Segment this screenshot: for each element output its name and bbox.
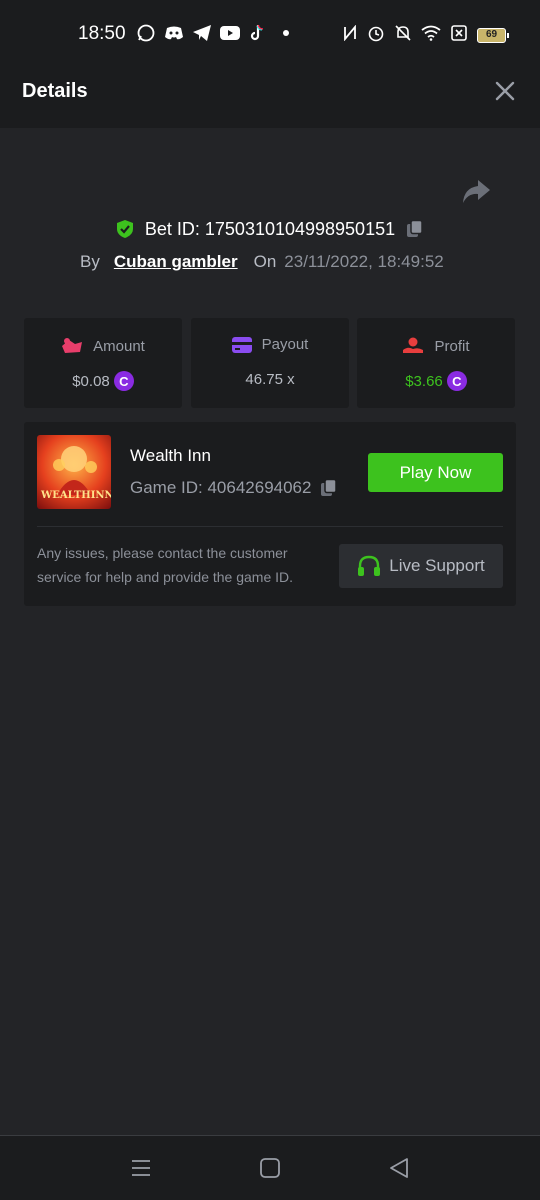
game-name: Wealth Inn [130,446,211,465]
discord-icon [164,23,184,43]
amount-label: Amount [93,337,145,355]
details-header: Details [0,55,540,128]
game-thumbnail[interactable]: WEALTHINN [37,435,111,509]
telegram-icon [192,23,212,43]
share-icon [463,180,490,203]
profit-label: Profit [434,337,470,355]
bet-id: Bet ID: 1750310104998950151 [144,218,396,239]
alarm-icon [367,24,385,47]
dot-icon [276,23,296,43]
tiktok-icon [248,23,268,43]
user-link[interactable]: Cuban gambler [114,252,238,272]
on-label: On [253,252,277,271]
profit-value: $3.66 [405,372,443,390]
coin-icon: C [113,371,134,391]
system-nav-bar [0,1135,540,1200]
game-card: WEALTHINN Wealth Inn Game ID: 4064269406… [24,422,516,606]
game-thumb-text: WEALTHINN [41,490,111,501]
game-id-row: Game ID: 40642694062 [130,478,339,498]
home-square-icon [260,1158,280,1178]
system-icons: 69 [343,24,509,47]
play-now-button[interactable]: Play Now [368,453,503,492]
support-info-text: Any issues, please contact the customer … [37,545,294,585]
share-button[interactable] [460,178,492,206]
live-support-button[interactable]: Live Support [339,544,503,588]
nav-menu-button[interactable] [129,1156,153,1180]
copy-icon [321,478,338,496]
by-label: By [80,252,100,271]
page-title: Details [22,80,88,102]
nav-back-button[interactable] [387,1156,411,1180]
payout-card: Payout 46.75 x [191,318,349,408]
whatsapp-icon [136,23,156,43]
divider [37,526,503,527]
copy-game-id-button[interactable] [319,478,339,498]
profit-icon [403,337,424,353]
status-time: 18:50 [78,23,126,44]
nfc-icon [343,24,357,46]
notification-icons [136,23,296,43]
card-icon [231,336,252,353]
live-support-label: Live Support [389,556,485,575]
copy-icon [407,219,423,237]
close-button[interactable] [494,80,516,102]
nav-home-button[interactable] [258,1156,282,1180]
back-triangle-icon [390,1158,408,1178]
amount-card: Amount $0.08 C [24,318,182,408]
bet-id-row: Bet ID: 1750310104998950151 [0,216,540,242]
coin-icon: C [446,371,467,391]
sim-icon [451,25,467,46]
profit-card: Profit $3.66 C [357,318,515,408]
bet-meta-row: By Cuban gambler On 23/11/2022, 18:49:52 [80,250,444,274]
amount-icon [62,338,83,353]
shield-check-icon [116,220,133,238]
youtube-icon [220,23,240,43]
amount-value: $0.08 [72,372,110,390]
menu-icon [132,1160,150,1176]
status-bar: 18:50 69 [0,0,540,55]
payout-value: 46.75 x [245,371,295,388]
game-id: Game ID: 40642694062 [130,478,312,497]
copy-bet-id-button[interactable] [405,219,425,239]
headset-icon [358,555,381,576]
bet-date: 23/11/2022, 18:49:52 [284,252,444,271]
close-icon [495,81,515,101]
mute-icon [395,24,411,47]
payout-label: Payout [261,336,309,353]
battery-icon: 69 [477,28,509,43]
wifi-icon [421,25,441,46]
